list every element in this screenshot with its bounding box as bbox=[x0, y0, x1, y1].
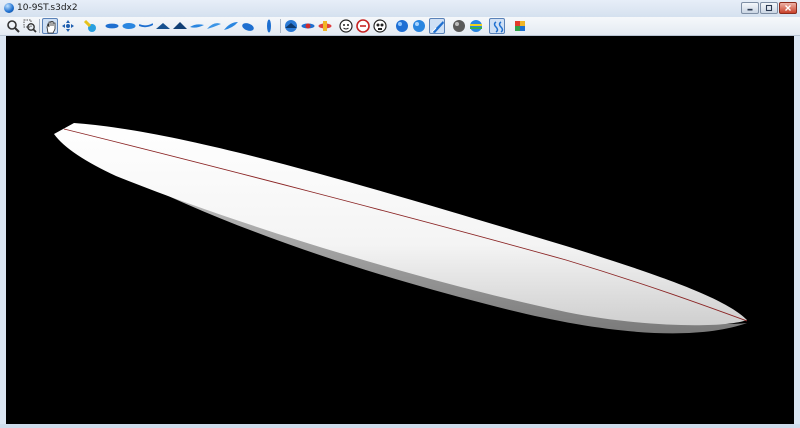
toolbar bbox=[0, 17, 800, 36]
rocker-icon bbox=[285, 20, 297, 32]
rotate-button[interactable] bbox=[60, 18, 76, 34]
board-deck bbox=[54, 123, 747, 326]
close-button[interactable] bbox=[779, 2, 797, 14]
profile-view-button[interactable] bbox=[155, 18, 171, 34]
rotate-icon bbox=[62, 20, 74, 32]
toolbar-separator bbox=[39, 19, 40, 33]
blue-sphere-icon bbox=[396, 20, 408, 32]
mirror-button[interactable] bbox=[489, 18, 505, 34]
vertical-view-icon bbox=[267, 19, 271, 33]
top-view-icon bbox=[105, 23, 119, 29]
shaded-sphere-icon bbox=[453, 20, 465, 32]
shaded-sphere-button[interactable] bbox=[451, 18, 467, 34]
tail-view-icon bbox=[173, 22, 187, 29]
pan-hand-icon bbox=[46, 21, 56, 34]
edit-surface-icon bbox=[431, 21, 444, 33]
striped-sphere-button[interactable] bbox=[468, 18, 484, 34]
toolbar-separator bbox=[280, 19, 281, 33]
tail-view-button[interactable] bbox=[172, 18, 188, 34]
app-icon bbox=[4, 3, 14, 13]
window-title: 10-9ST.s3dx2 bbox=[17, 3, 78, 13]
view-variant-button[interactable] bbox=[240, 18, 256, 34]
mirror-icon bbox=[493, 21, 504, 33]
color-pick-button[interactable] bbox=[82, 18, 98, 34]
color-pick-icon bbox=[83, 19, 96, 32]
lifebuoy-button[interactable] bbox=[355, 18, 371, 34]
perspective-view-icon bbox=[207, 23, 221, 29]
fins-color-button[interactable] bbox=[317, 18, 333, 34]
top-view-button[interactable] bbox=[104, 18, 120, 34]
pan-button[interactable] bbox=[42, 18, 58, 34]
fins-icon bbox=[301, 23, 315, 29]
zoom-button[interactable] bbox=[5, 18, 21, 34]
side-view-button[interactable] bbox=[138, 18, 154, 34]
color-grid-button[interactable] bbox=[512, 18, 528, 34]
view-variant-icon bbox=[224, 22, 238, 30]
blue-sphere-icon bbox=[413, 20, 425, 32]
lifebuoy-icon bbox=[356, 19, 370, 33]
view-variant-icon bbox=[242, 23, 254, 31]
fins-button[interactable] bbox=[300, 18, 316, 34]
zoom-window-icon bbox=[23, 19, 37, 33]
minimize-button[interactable] bbox=[741, 2, 759, 14]
minimize-icon bbox=[747, 8, 753, 11]
edit-surface-button[interactable] bbox=[429, 18, 445, 34]
color-grid-icon bbox=[515, 21, 525, 31]
window-frame bbox=[0, 424, 800, 428]
bottom-view-icon bbox=[122, 23, 136, 29]
maximize-icon bbox=[765, 4, 773, 12]
3d-viewport[interactable] bbox=[6, 36, 794, 424]
surfboard-model[interactable] bbox=[6, 36, 794, 424]
nose-view-icon bbox=[190, 24, 204, 28]
face-icon bbox=[339, 19, 353, 33]
maximize-button[interactable] bbox=[760, 2, 778, 14]
blue-sphere-button[interactable] bbox=[394, 18, 410, 34]
bottom-view-button[interactable] bbox=[121, 18, 137, 34]
skull-button[interactable] bbox=[372, 18, 388, 34]
profile-view-icon bbox=[156, 23, 170, 29]
fins-color-icon bbox=[318, 21, 332, 31]
striped-sphere-icon bbox=[470, 20, 482, 32]
nose-view-button[interactable] bbox=[189, 18, 205, 34]
blue-sphere-button[interactable] bbox=[411, 18, 427, 34]
zoom-window-button[interactable] bbox=[22, 18, 38, 34]
rocker-button[interactable] bbox=[283, 18, 299, 34]
perspective-view-button[interactable] bbox=[206, 18, 222, 34]
face-button[interactable] bbox=[338, 18, 354, 34]
view-variant-button[interactable] bbox=[223, 18, 239, 34]
skull-icon bbox=[373, 19, 387, 33]
side-view-icon bbox=[139, 23, 153, 28]
zoom-icon bbox=[7, 20, 20, 33]
close-icon bbox=[785, 5, 791, 11]
title-bar: 10-9ST.s3dx2 bbox=[0, 0, 800, 17]
vertical-view-button[interactable] bbox=[261, 18, 277, 34]
